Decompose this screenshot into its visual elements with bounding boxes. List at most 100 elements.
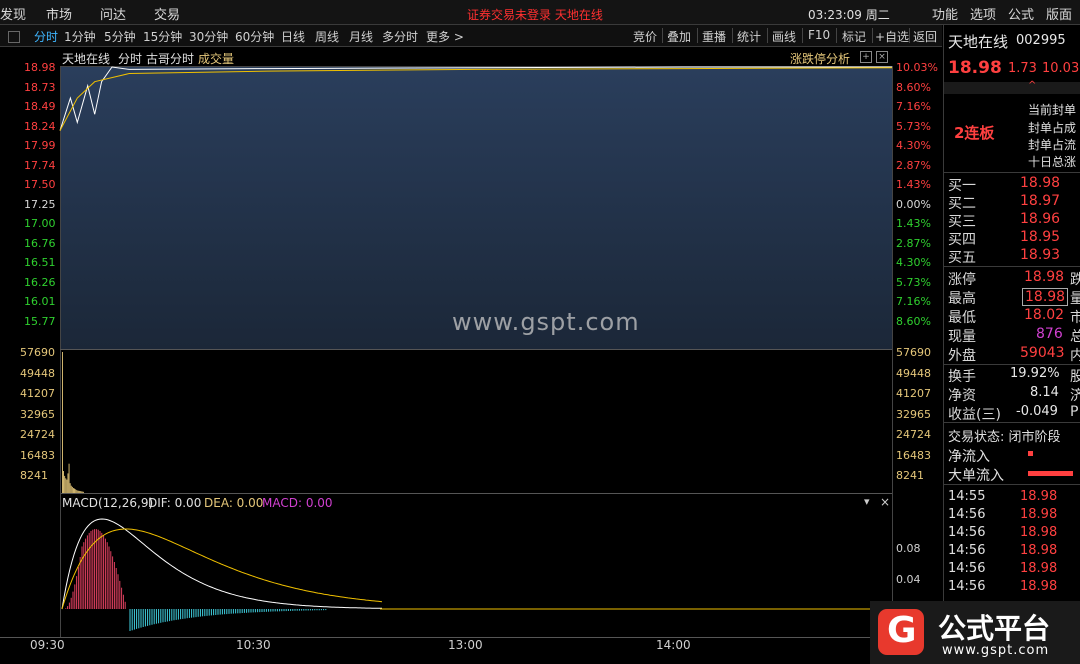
volume-bar — [63, 471, 64, 493]
price-tick-right: 8.60% — [896, 80, 931, 94]
tab-more[interactable]: 更多 > — [426, 28, 464, 45]
limit-line: 封单占成 — [1028, 121, 1077, 135]
macd-dea: DEA: 0.00 — [204, 496, 264, 510]
stat-row: 外盘 59043 内 — [944, 345, 1080, 365]
stat-tail: 股 — [1070, 366, 1080, 386]
menu-wenda[interactable]: 问达 — [100, 4, 126, 23]
panel-stock-name: 天地在线 — [948, 33, 1009, 51]
volume-tick-left: 49448 — [20, 366, 55, 380]
net-inflow-bar — [1028, 451, 1033, 456]
x-tick: 13:00 — [448, 638, 483, 652]
stat-row: 涨停 18.98 跌 — [944, 269, 1080, 288]
bid-price: 18.93 — [1020, 247, 1061, 263]
price-tick-right: 10.03% — [896, 61, 938, 74]
chart-indicator[interactable]: 古哥分时 — [146, 50, 194, 67]
volume-bar — [70, 485, 72, 493]
replay-button[interactable]: 重播 — [702, 28, 726, 45]
tab-30min[interactable]: 30分钟 — [189, 28, 228, 45]
tick-row: 14:56 18.98 — [944, 507, 1080, 525]
volume-tick-left: 57690 — [20, 346, 55, 359]
panel-pct: 10.03 — [1042, 61, 1080, 76]
chevron-down-icon[interactable]: ▾ — [864, 495, 870, 508]
price-tick-right: 5.73% — [896, 275, 931, 289]
price-tick-left: 18.98 — [24, 61, 56, 74]
price-tick-left: 17.00 — [24, 217, 56, 230]
price-tick-right: 8.60% — [896, 314, 931, 328]
tick-price: 18.98 — [1020, 543, 1058, 558]
volume-bar — [74, 488, 75, 493]
menu-layout[interactable]: 版面 — [1046, 4, 1072, 23]
collapse-bar[interactable]: ^ — [944, 80, 1080, 94]
overlay-button[interactable]: 叠加 — [667, 28, 691, 45]
tick-row: 14:55 18.98 — [944, 489, 1080, 507]
grid-icon[interactable] — [8, 31, 20, 43]
divider — [662, 28, 663, 43]
panel-stock-code: 002995 — [1016, 33, 1066, 48]
price-tick-left: 18.49 — [24, 100, 56, 113]
tick-price: 18.98 — [1020, 561, 1058, 576]
stat-row: 现量 876 总 — [944, 326, 1080, 345]
add-watchlist-button[interactable]: +自选 — [875, 28, 909, 45]
divider — [944, 422, 1080, 423]
menu-options[interactable]: 选项 — [970, 4, 996, 23]
price-tick-right: 7.16% — [896, 100, 931, 113]
tab-1min[interactable]: 1分钟 — [64, 28, 96, 45]
tab-daily[interactable]: 日线 — [281, 28, 305, 45]
macd-dif: DIF: 0.00 — [148, 496, 202, 510]
tab-15min[interactable]: 15分钟 — [143, 28, 182, 45]
stat-label: 现量 — [948, 329, 976, 345]
chart-volume-label: 成交量 — [198, 52, 235, 66]
f10-button[interactable]: F10 — [808, 28, 830, 42]
chart-mode: 分时 — [118, 52, 143, 66]
close-icon[interactable]: × — [880, 495, 890, 509]
expand-icon[interactable]: + — [860, 51, 872, 63]
stat-tail: P — [1070, 404, 1079, 420]
chevron-up-icon[interactable]: ^ — [1028, 80, 1036, 91]
macd-title[interactable]: MACD(12,26,9) — [62, 496, 153, 510]
panel-change: 1.73 — [1008, 61, 1037, 76]
top-menu-bar: 发现 市场 问达 交易 证券交易未登录 天地在线 03:23:09 周二 功能 … — [0, 0, 1080, 25]
tab-5min[interactable]: 5分钟 — [104, 28, 136, 45]
volume-bar — [82, 491, 84, 493]
divider — [732, 28, 733, 43]
bid-row: 买一 18.98 — [944, 175, 1080, 194]
menu-market[interactable]: 市场 — [46, 4, 72, 23]
stats-button[interactable]: 统计 — [737, 28, 761, 45]
mark-button[interactable]: 标记 — [842, 28, 866, 45]
bid-row: 买三 18.96 — [944, 211, 1080, 230]
limit-line: 十日总涨 — [1028, 155, 1077, 169]
stat-tail: 内 — [1070, 345, 1080, 365]
tick-time: 14:56 — [948, 561, 986, 576]
close-icon[interactable]: × — [876, 51, 888, 63]
tab-monthly[interactable]: 月线 — [349, 28, 373, 45]
menu-formula[interactable]: 公式 — [1008, 4, 1034, 23]
menu-discover[interactable]: 发现 — [0, 4, 26, 23]
volume-tick-left: 41207 — [20, 387, 55, 400]
tab-multi-intraday[interactable]: 多分时 — [382, 28, 418, 45]
tick-row: 14:56 18.98 — [944, 579, 1080, 597]
menu-trade[interactable]: 交易 — [154, 4, 180, 23]
tab-weekly[interactable]: 周线 — [315, 28, 339, 45]
divider — [909, 28, 910, 43]
menu-function[interactable]: 功能 — [932, 4, 958, 23]
login-status: 证券交易未登录 天地在线 — [467, 8, 603, 22]
tab-intraday[interactable]: 分时 — [34, 28, 58, 45]
stat-label: 涨停 — [948, 272, 976, 288]
divider — [944, 364, 1080, 365]
volume-tick-left: 32965 — [20, 407, 55, 421]
x-tick: 09:30 — [30, 638, 65, 652]
back-button[interactable]: 返回 — [913, 28, 937, 45]
bid-row: 买四 18.95 — [944, 229, 1080, 248]
chart-svg — [0, 66, 942, 638]
bid-price: 18.95 — [1020, 229, 1061, 245]
volume-bar — [64, 475, 66, 493]
stat-row: 收益(三) -0.049 P — [944, 404, 1080, 423]
volume-bar — [77, 490, 79, 493]
tab-60min[interactable]: 60分钟 — [235, 28, 274, 45]
limit-analysis-button[interactable]: 涨跌停分析 — [790, 50, 850, 67]
auction-button[interactable]: 竞价 — [633, 28, 657, 45]
stat-row: 净资 8.14 济 — [944, 385, 1080, 404]
tick-price: 18.98 — [1020, 579, 1058, 594]
draw-button[interactable]: 画线 — [772, 28, 796, 45]
stat-value: 18.98 — [1022, 288, 1069, 306]
